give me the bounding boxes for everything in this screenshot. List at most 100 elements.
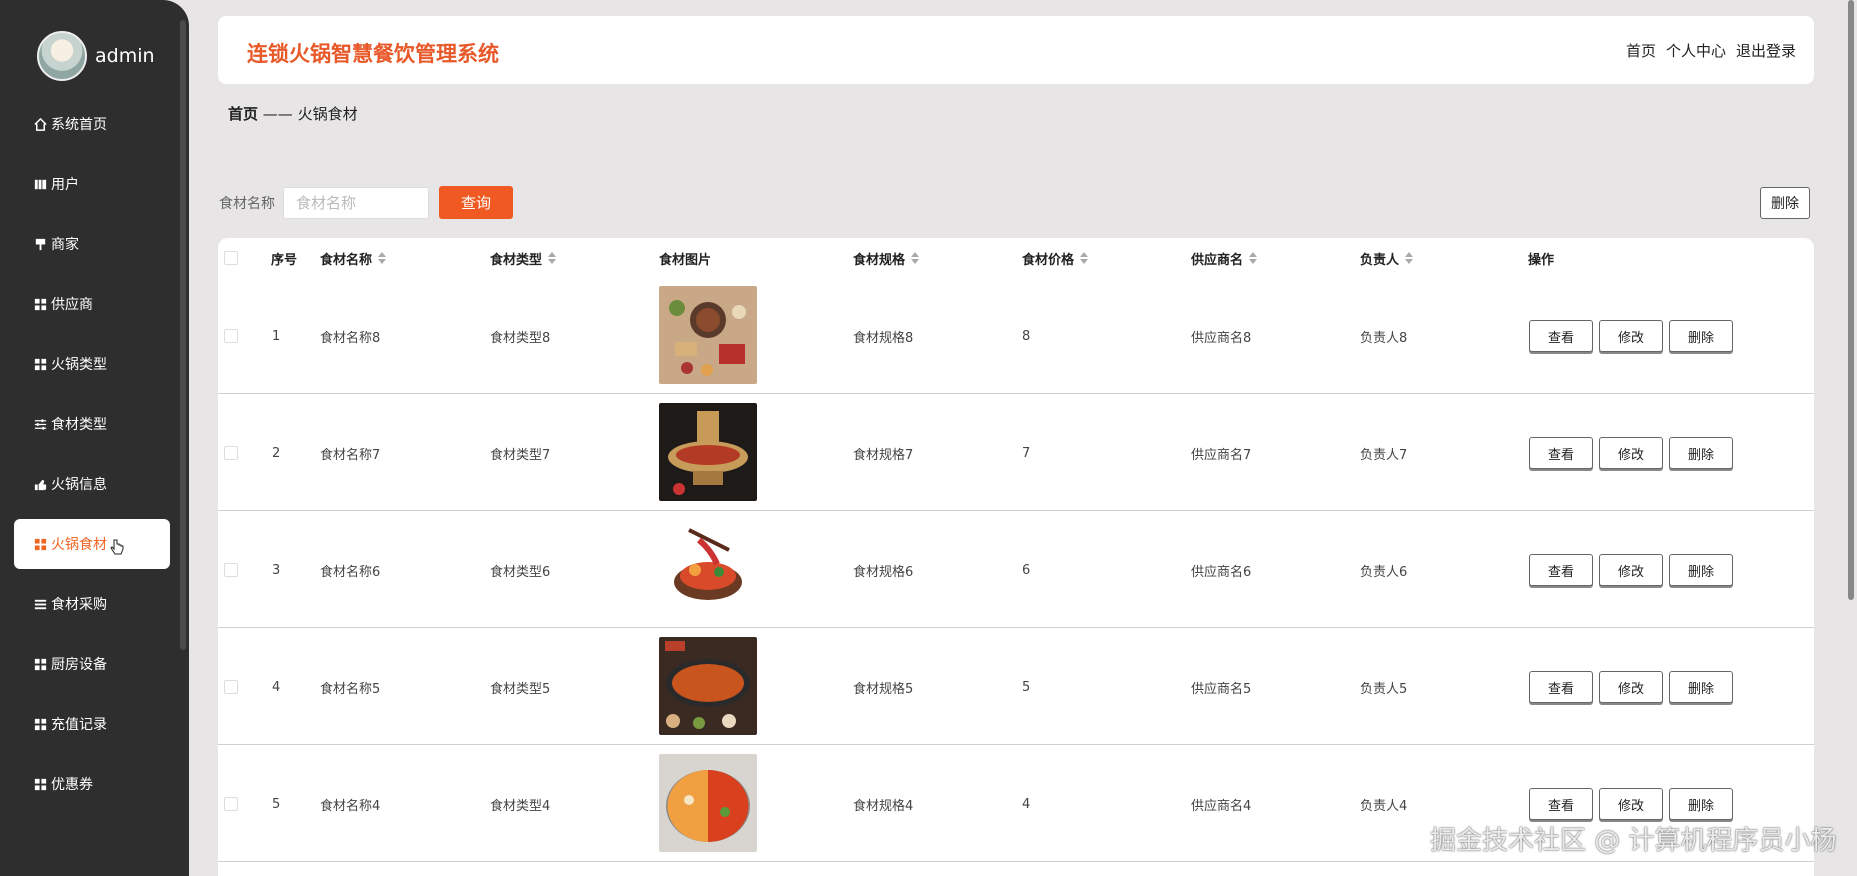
- sidebar-item-ingredient-types[interactable]: 食材类型: [14, 399, 170, 449]
- delete-button[interactable]: 删除: [1669, 554, 1733, 586]
- batch-delete-button[interactable]: 删除: [1760, 187, 1810, 219]
- nav-logout-link[interactable]: 退出登录: [1736, 40, 1796, 61]
- table-header: 序号 食材名称 食材类型 食材图片 食材规格 食材价格 供应商名 负责人 操作: [218, 238, 1814, 278]
- sidebar-item-hotpot-types[interactable]: 火锅类型: [14, 339, 170, 389]
- sort-icon[interactable]: [1249, 252, 1258, 264]
- sidebar-item-users[interactable]: 用户: [14, 159, 170, 209]
- sidebar-scrollbar[interactable]: [180, 20, 186, 650]
- sidebar-item-hotpot-ingredients[interactable]: 火锅食材: [14, 519, 170, 569]
- breadcrumb-separator: ——: [262, 105, 293, 123]
- delete-button[interactable]: 删除: [1669, 671, 1733, 703]
- col-spec[interactable]: 食材规格: [853, 238, 920, 278]
- cell-spec: 食材规格7: [853, 447, 914, 463]
- sidebar-item-suppliers[interactable]: 供应商: [14, 279, 170, 329]
- col-owner[interactable]: 负责人: [1360, 238, 1414, 278]
- row-checkbox[interactable]: [224, 680, 238, 694]
- search-input[interactable]: [283, 186, 429, 219]
- sidebar-item-system-home[interactable]: 系统首页: [14, 99, 170, 149]
- edit-button[interactable]: 修改: [1599, 788, 1663, 820]
- col-price[interactable]: 食材价格: [1022, 238, 1089, 278]
- sidebar-item-ingredient-purchases[interactable]: 食材采购: [14, 579, 170, 629]
- cell-name: 食材名称8: [320, 330, 381, 346]
- table-row: 3 食材名称6 食材类型6 食材规格6 6 供应商名6 负责人6 查看 修改 删…: [218, 512, 1814, 628]
- cell-supplier: 供应商名7: [1191, 447, 1252, 463]
- cell-supplier: 供应商名8: [1191, 330, 1252, 346]
- sort-icon[interactable]: [378, 252, 387, 264]
- sidebar-item-label: 厨房设备: [51, 657, 107, 673]
- sliders-icon: [32, 416, 48, 432]
- book-icon: [32, 176, 48, 192]
- edit-button[interactable]: 修改: [1599, 554, 1663, 586]
- view-button[interactable]: 查看: [1529, 437, 1593, 469]
- view-button[interactable]: 查看: [1529, 671, 1593, 703]
- username: admin: [95, 45, 155, 67]
- page-scrollbar[interactable]: [1848, 0, 1854, 600]
- row-checkbox[interactable]: [224, 797, 238, 811]
- avatar[interactable]: [37, 31, 87, 81]
- col-supplier[interactable]: 供应商名: [1191, 238, 1258, 278]
- food-image[interactable]: [659, 637, 757, 735]
- delete-button[interactable]: 删除: [1669, 437, 1733, 469]
- top-header: 连锁火锅智慧餐饮管理系统 首页 个人中心 退出登录: [218, 16, 1814, 84]
- ingredients-table: 序号 食材名称 食材类型 食材图片 食材规格 食材价格 供应商名 负责人 操作 …: [218, 238, 1814, 876]
- app-title: 连锁火锅智慧餐饮管理系统: [247, 42, 499, 66]
- grid-icon: [32, 656, 48, 672]
- search-button[interactable]: 查询: [439, 186, 513, 219]
- cell-actions: 查看 修改 删除: [1529, 278, 1739, 394]
- delete-button[interactable]: 删除: [1669, 320, 1733, 352]
- view-button[interactable]: 查看: [1529, 554, 1593, 586]
- sort-icon[interactable]: [1405, 252, 1414, 264]
- cell-type: 食材类型6: [490, 564, 551, 580]
- select-all-checkbox[interactable]: [224, 251, 238, 265]
- grid-icon: [32, 536, 48, 552]
- edit-button[interactable]: 修改: [1599, 671, 1663, 703]
- sidebar-item-hotpot-info[interactable]: 火锅信息: [14, 459, 170, 509]
- row-checkbox[interactable]: [224, 563, 238, 577]
- cell-type: 食材类型7: [490, 447, 551, 463]
- food-image[interactable]: [659, 520, 757, 618]
- table-row: 4 食材名称5 食材类型5 食材规格5 5 供应商名5 负责人5 查看 修改 删…: [218, 629, 1814, 745]
- row-checkbox[interactable]: [224, 446, 238, 460]
- delete-button[interactable]: 删除: [1669, 788, 1733, 820]
- sidebar-item-coupons[interactable]: 优惠券: [14, 759, 170, 809]
- sidebar-item-label: 火锅食材: [51, 537, 107, 553]
- cell-spec: 食材规格8: [853, 330, 914, 346]
- edit-button[interactable]: 修改: [1599, 437, 1663, 469]
- food-image[interactable]: [659, 286, 757, 384]
- col-type[interactable]: 食材类型: [490, 238, 557, 278]
- col-name[interactable]: 食材名称: [320, 238, 387, 278]
- cell-price: 5: [1022, 679, 1031, 695]
- search-bar: 食材名称 查询: [219, 186, 513, 219]
- sidebar-menu: 系统首页 用户 商家 供应商 火锅类型 食材类型 火锅信息 火锅食材 食材采购 …: [14, 99, 170, 819]
- food-image[interactable]: [659, 403, 757, 501]
- sidebar-item-label: 供应商: [51, 297, 93, 313]
- sidebar-item-recharge-records[interactable]: 充值记录: [14, 699, 170, 749]
- cell-owner: 负责人6: [1360, 564, 1408, 580]
- sort-icon[interactable]: [911, 252, 920, 264]
- cell-supplier: 供应商名6: [1191, 564, 1252, 580]
- breadcrumb-home[interactable]: 首页: [228, 105, 258, 123]
- food-image[interactable]: [659, 754, 757, 852]
- row-checkbox[interactable]: [224, 329, 238, 343]
- edit-button[interactable]: 修改: [1599, 320, 1663, 352]
- cell-index: 1: [272, 328, 281, 344]
- sort-icon[interactable]: [548, 252, 557, 264]
- nav-profile-link[interactable]: 个人中心: [1666, 40, 1726, 61]
- cell-type: 食材类型8: [490, 330, 551, 346]
- sidebar-item-merchants[interactable]: 商家: [14, 219, 170, 269]
- sidebar-item-label: 系统首页: [51, 117, 107, 133]
- sort-icon[interactable]: [1080, 252, 1089, 264]
- cell-supplier: 供应商名5: [1191, 681, 1252, 697]
- view-button[interactable]: 查看: [1529, 788, 1593, 820]
- view-button[interactable]: 查看: [1529, 320, 1593, 352]
- sidebar-item-label: 充值记录: [51, 717, 107, 733]
- cell-price: 8: [1022, 328, 1031, 344]
- sidebar-item-label: 用户: [51, 177, 79, 193]
- cell-spec: 食材规格6: [853, 564, 914, 580]
- sidebar-item-label: 火锅类型: [51, 357, 107, 373]
- grid-icon: [32, 716, 48, 732]
- sidebar-item-label: 食材采购: [51, 597, 107, 613]
- sidebar-item-kitchen-equipment[interactable]: 厨房设备: [14, 639, 170, 689]
- cell-price: 7: [1022, 445, 1031, 461]
- nav-home-link[interactable]: 首页: [1626, 40, 1656, 61]
